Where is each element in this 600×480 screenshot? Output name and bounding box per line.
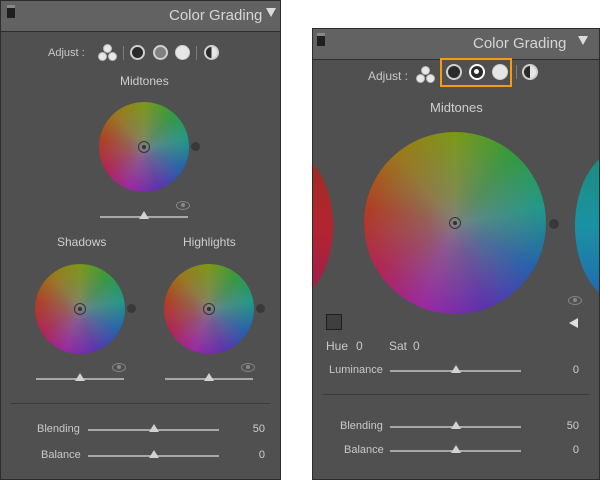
eye-icon[interactable] <box>568 296 582 305</box>
color-grading-panel-right: Color Grading Adjust : Midtones Hue 0 Sa… <box>312 28 600 480</box>
shadows-dot[interactable] <box>127 304 136 313</box>
luminance-thumb[interactable] <box>451 365 461 373</box>
panel-header[interactable]: Color Grading <box>1 1 280 32</box>
shadows-center-handle[interactable] <box>74 303 86 315</box>
divider <box>11 403 270 404</box>
panel-title: Color Grading <box>473 35 567 52</box>
global-icon[interactable] <box>204 45 219 60</box>
highlights-icon[interactable] <box>175 45 190 60</box>
separator <box>123 46 124 60</box>
collapse-triangle-icon[interactable] <box>578 36 588 45</box>
midtones-icon[interactable] <box>153 45 168 60</box>
midtones-label: Midtones <box>430 100 483 115</box>
eye-icon[interactable] <box>241 363 255 372</box>
balance-value[interactable]: 0 <box>241 449 265 461</box>
luminance-label: Luminance <box>329 364 383 376</box>
shadows-icon[interactable] <box>130 45 145 60</box>
three-way-icon[interactable] <box>416 66 435 83</box>
shadows-wheel[interactable] <box>35 264 125 354</box>
balance-value[interactable]: 0 <box>555 444 579 456</box>
blending-label: Blending <box>340 420 383 432</box>
color-grading-panel-left: Color Grading Adjust : Midtones Shadows … <box>0 0 281 480</box>
shadows-icon[interactable] <box>446 64 462 80</box>
highlights-wheel[interactable] <box>164 264 254 354</box>
collapse-triangle-icon[interactable] <box>266 8 276 17</box>
blending-thumb[interactable] <box>149 424 159 432</box>
hue-label: Hue <box>326 339 349 353</box>
midtones-luminance-thumb[interactable] <box>139 211 149 219</box>
balance-thumb[interactable] <box>451 445 461 453</box>
midtones-wheel[interactable] <box>364 132 546 314</box>
shadows-luminance-thumb[interactable] <box>75 373 85 381</box>
balance-label: Balance <box>344 444 384 456</box>
blending-value[interactable]: 50 <box>241 423 265 435</box>
midtones-center-handle[interactable] <box>138 141 150 153</box>
panel-header[interactable]: Color Grading <box>313 29 599 60</box>
blending-value[interactable]: 50 <box>555 420 579 432</box>
balance-label: Balance <box>41 449 81 461</box>
expand-triangle-icon[interactable] <box>569 318 578 328</box>
midtones-center-handle[interactable] <box>449 217 461 229</box>
adjust-label: Adjust : <box>368 69 409 83</box>
blending-label: Blending <box>37 423 80 435</box>
highlights-icon[interactable] <box>492 64 508 80</box>
adjust-label: Adjust : <box>48 47 85 59</box>
luminance-value[interactable]: 0 <box>555 364 579 376</box>
balance-thumb[interactable] <box>149 450 159 458</box>
highlights-label: Highlights <box>183 235 236 249</box>
highlights-wheel-partial[interactable] <box>575 151 599 301</box>
eye-icon[interactable] <box>112 363 126 372</box>
separator <box>516 65 517 79</box>
separator <box>196 46 197 60</box>
midtones-wheel[interactable] <box>99 102 189 192</box>
midtones-label: Midtones <box>120 74 169 88</box>
shadows-wheel-partial[interactable] <box>313 151 333 301</box>
panel-title: Color Grading <box>169 7 263 24</box>
blending-thumb[interactable] <box>451 421 461 429</box>
midtones-dot[interactable] <box>549 219 559 229</box>
global-icon[interactable] <box>522 64 538 80</box>
shadows-label: Shadows <box>57 235 107 249</box>
highlights-luminance-thumb[interactable] <box>204 373 214 381</box>
sat-value[interactable]: 0 <box>413 339 420 353</box>
hue-value[interactable]: 0 <box>356 339 363 353</box>
eye-icon[interactable] <box>176 201 190 210</box>
highlights-center-handle[interactable] <box>203 303 215 315</box>
midtones-dot[interactable] <box>191 142 200 151</box>
highlights-dot[interactable] <box>256 304 265 313</box>
color-swatch[interactable] <box>326 314 342 330</box>
sat-label: Sat <box>389 339 408 353</box>
panel-grip-icon[interactable] <box>317 33 325 46</box>
panel-grip-icon[interactable] <box>7 5 15 18</box>
three-way-icon[interactable] <box>98 44 117 61</box>
divider <box>323 394 589 395</box>
midtones-icon[interactable] <box>469 64 485 80</box>
